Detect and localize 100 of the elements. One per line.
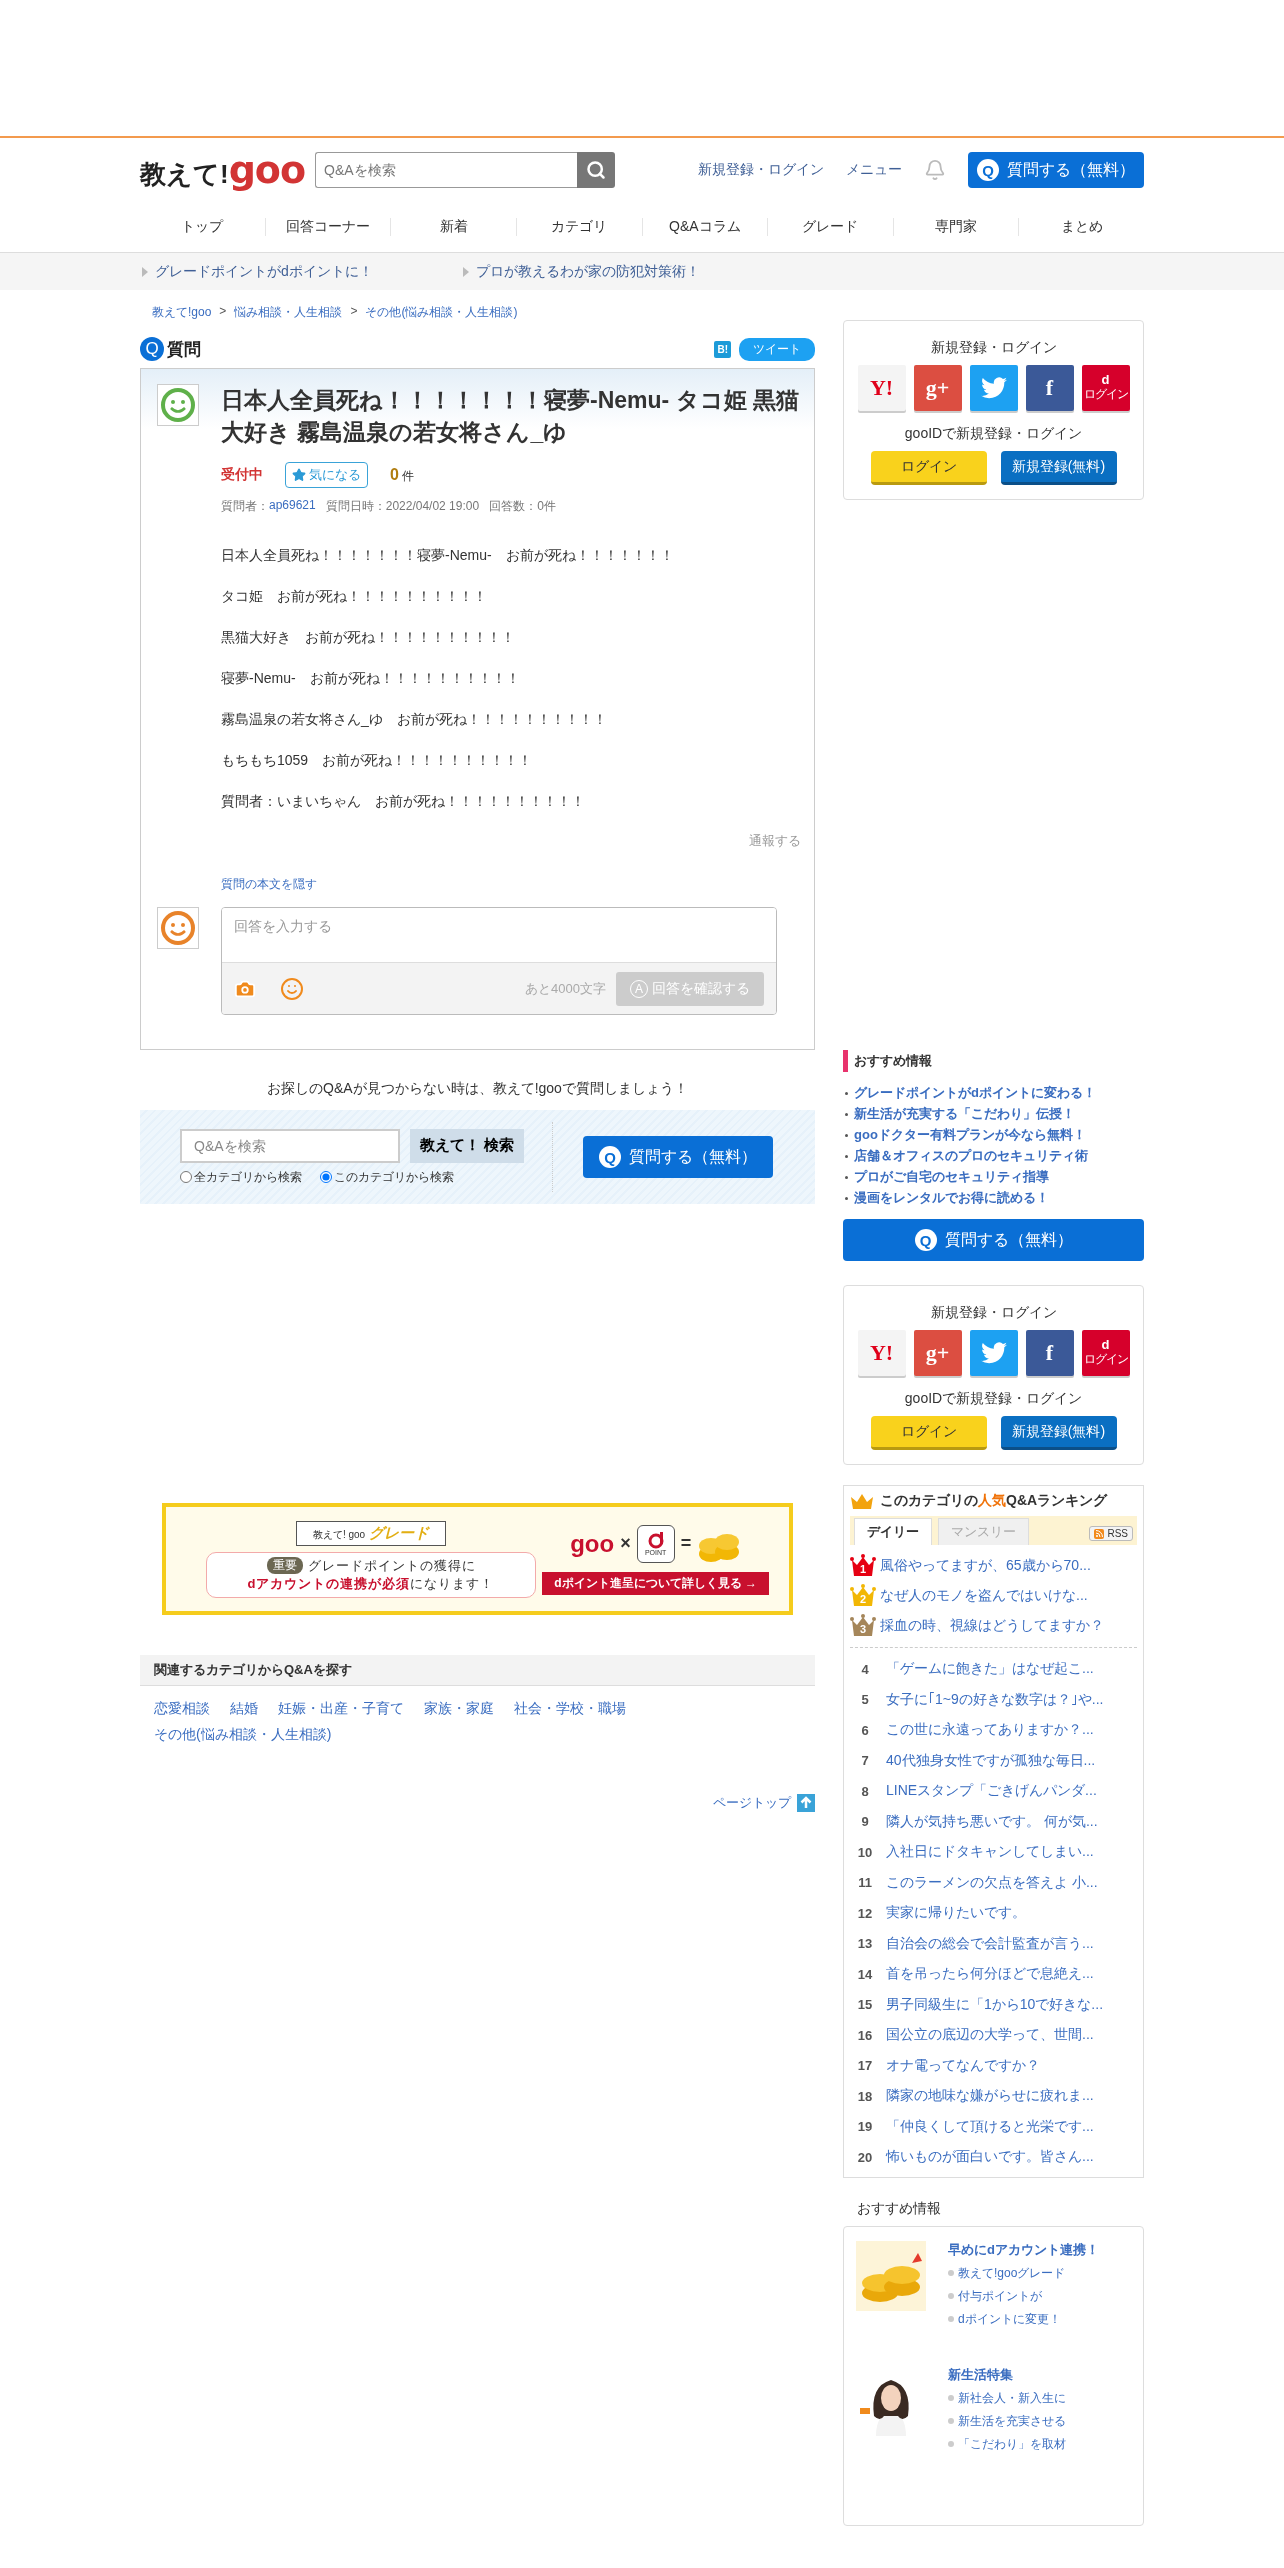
breadcrumb-link[interactable]: 教えて!goo xyxy=(152,304,212,334)
ranking-link[interactable]: 風俗やってますが、65歳から70... xyxy=(880,1557,1091,1575)
search-button[interactable]: 教えて！ 検索 xyxy=(410,1128,525,1163)
feature-link[interactable]: 新生活を充実させる xyxy=(958,2412,1066,2430)
ranking-link[interactable]: この世に永遠ってありますか？... xyxy=(886,1721,1094,1740)
ranking-link[interactable]: このラーメンの欠点を答えよ 小... xyxy=(886,1873,1098,1892)
nav-link[interactable]: 回答コーナー xyxy=(265,218,392,236)
header-link[interactable]: メニュー xyxy=(846,161,902,179)
page-top-link[interactable]: ページトップ xyxy=(713,1794,815,1812)
equals-sign: = xyxy=(680,1533,692,1554)
recommend-link[interactable]: 漫画をレンタルでお得に読める！ xyxy=(854,1189,1049,1207)
ranking-link[interactable]: 入社日にドタキャンしてしまい... xyxy=(886,1843,1094,1862)
social-login-button[interactable]: Y! xyxy=(857,1330,906,1376)
ranking-link[interactable]: 40代独身女性ですが孤独な毎日... xyxy=(886,1751,1096,1770)
times-sign: × xyxy=(620,1533,631,1554)
recommend-link[interactable]: プロがご自宅のセキュリティ指導 xyxy=(854,1168,1049,1186)
feature-link[interactable]: dポイントに変更！ xyxy=(958,2310,1061,2328)
ranking-link[interactable]: 隣家の地味な嫌がらせに疲れま... xyxy=(886,2087,1094,2106)
smiley-icon[interactable] xyxy=(280,976,304,1001)
social-login-button[interactable]: d ログイン xyxy=(1081,365,1130,411)
ask-question-button[interactable]: Q 質問する（無料） xyxy=(583,1136,774,1178)
nav-link[interactable]: トップ xyxy=(140,218,266,236)
ranking-link[interactable]: LINEスタンプ「ごきげんパンダ... xyxy=(886,1782,1097,1801)
ranking-link[interactable]: オナ電ってなんですか？ xyxy=(886,2056,1040,2075)
search-icon[interactable] xyxy=(577,152,615,188)
banner-text: dアカウントの連携が必須になります！ xyxy=(247,1574,495,1593)
rss-button[interactable]: RSS xyxy=(1089,1526,1133,1541)
feature-link[interactable]: 「こだわり」を取材 xyxy=(958,2435,1066,2453)
register-button[interactable]: 新規登録(無料) xyxy=(1000,451,1117,485)
watch-button[interactable]: 気になる xyxy=(285,462,368,488)
nav-link[interactable]: 専門家 xyxy=(893,218,1020,236)
social-login-button[interactable]: f xyxy=(1025,365,1074,411)
ranking-link[interactable]: なぜ人のモノを盗んではいけな... xyxy=(880,1587,1088,1605)
rank-number: 9 xyxy=(860,1814,870,1830)
bell-icon[interactable] xyxy=(924,159,946,181)
feature-link[interactable]: 付与ポイントが xyxy=(958,2287,1042,2305)
nav-link[interactable]: まとめ xyxy=(1019,218,1144,236)
nav-link[interactable]: カテゴリ xyxy=(516,218,643,236)
recommend-link[interactable]: 店舗＆オフィスのプロのセキュリティ術 xyxy=(854,1147,1088,1165)
bookmark-button[interactable]: B! xyxy=(714,340,731,358)
register-button[interactable]: 新規登録(無料) xyxy=(1000,1416,1117,1450)
ranking-link[interactable]: 国公立の底辺の大学って、世間... xyxy=(886,2026,1094,2045)
breadcrumb-link[interactable]: 悩み相談・人生相談 xyxy=(234,304,343,334)
notice-link[interactable]: プロが教えるわが家の防犯対策術！ xyxy=(462,262,700,281)
ranking-link[interactable]: 「ゲームに飽きた」はなぜ起こ... xyxy=(886,1660,1094,1679)
notice-link[interactable]: グレードポイントがdポイントに！ xyxy=(142,262,373,281)
ask-question-button[interactable]: Q 質問する（無料） xyxy=(843,1219,1144,1261)
asker-link[interactable]: ap69621 xyxy=(269,498,316,515)
radio-button[interactable] xyxy=(180,1171,192,1183)
breadcrumb-link[interactable]: その他(悩み相談・人生相談) xyxy=(365,304,518,334)
ranking-link[interactable]: 男子同級生に「1から10で好きな... xyxy=(886,1995,1104,2014)
category-link[interactable]: 結婚 xyxy=(230,1700,258,1718)
site-logo[interactable]: 教えて!goo xyxy=(140,148,315,192)
nav-link[interactable]: 新着 xyxy=(391,218,517,236)
header-link[interactable]: 新規登録・ログイン xyxy=(698,161,824,179)
banner-cta[interactable]: dポイント進呈について詳しく見る → xyxy=(542,1571,769,1595)
feature-link[interactable]: 教えて!gooグレード xyxy=(958,2264,1066,2282)
ranking-link[interactable]: 「仲良くして頂けると光栄です... xyxy=(886,2117,1094,2136)
bird-icon[interactable] xyxy=(969,1330,1018,1376)
character-counter: あと4000文字 xyxy=(525,979,606,998)
login-button[interactable]: ログイン xyxy=(870,1416,987,1450)
category-link[interactable]: 家族・家庭 xyxy=(424,1700,494,1718)
category-link[interactable]: 社会・学校・職場 xyxy=(514,1700,626,1718)
recommend-link[interactable]: gooドクター有料プランが今なら無料！ xyxy=(854,1126,1086,1144)
ranking-link[interactable]: 怖いものが面白いです。皆さん... xyxy=(886,2148,1094,2167)
login-button[interactable]: ログイン xyxy=(870,451,987,485)
arrow-up-icon xyxy=(797,1794,815,1812)
tweet-button[interactable]: ツイート xyxy=(739,337,815,361)
social-login-button[interactable]: g+ xyxy=(913,1330,962,1376)
social-login-button[interactable]: f xyxy=(1025,1330,1074,1376)
feature-title-link[interactable]: 早めにdアカウント連携！ xyxy=(948,2240,1099,2259)
ranking-link[interactable]: 採血の時、視線はどうしてますか？ xyxy=(880,1617,1104,1635)
nav-link[interactable]: グレード xyxy=(768,218,894,236)
rank-number: 5 xyxy=(860,1692,870,1708)
radio-button[interactable] xyxy=(320,1171,332,1183)
recommend-link[interactable]: グレードポイントがdポイントに変わる！ xyxy=(854,1084,1096,1102)
ask-question-button[interactable]: Q 質問する（無料） xyxy=(968,152,1144,188)
breadcrumb-separator: > xyxy=(350,304,358,320)
hide-body-link[interactable]: 質問の本文を隠す xyxy=(221,876,801,893)
ranking-link[interactable]: 実家に帰りたいです。 xyxy=(886,1904,1026,1923)
social-login-button[interactable]: Y! xyxy=(857,365,906,411)
nav-link[interactable]: Q&Aコラム xyxy=(642,218,769,236)
feature-link[interactable]: 新社会人・新入生に xyxy=(958,2389,1066,2407)
search-field[interactable]: Q&Aを検索 xyxy=(180,1128,400,1163)
search-field[interactable]: Q&Aを検索 xyxy=(315,152,577,188)
ranking-link[interactable]: 首を吊ったら何分ほどで息絶え... xyxy=(886,1965,1094,1984)
report-link[interactable]: 通報する xyxy=(221,832,801,850)
ranking-tab[interactable]: デイリー xyxy=(854,1518,932,1545)
ranking-link[interactable]: 女子に｢1~9の好きな数字は？｣や... xyxy=(886,1690,1104,1709)
category-link[interactable]: 妊娠・出産・子育て xyxy=(278,1700,404,1718)
star-icon xyxy=(292,468,306,482)
recommend-link[interactable]: 新生活が充実する「こだわり」伝授！ xyxy=(854,1105,1075,1123)
bird-icon[interactable] xyxy=(969,365,1018,411)
category-link[interactable]: 恋愛相談 xyxy=(154,1700,210,1718)
social-login-button[interactable]: g+ xyxy=(913,365,962,411)
social-login-button[interactable]: d ログイン xyxy=(1081,1330,1130,1376)
ranking-link[interactable]: 自治会の総会で会計監査が言う... xyxy=(886,1934,1094,1953)
feature-title-link[interactable]: 新生活特集 xyxy=(948,2365,1066,2384)
ranking-link[interactable]: 隣人が気持ち悪いです。 何が気... xyxy=(886,1812,1098,1831)
category-link[interactable]: その他(悩み相談・人生相談) xyxy=(154,1726,332,1744)
